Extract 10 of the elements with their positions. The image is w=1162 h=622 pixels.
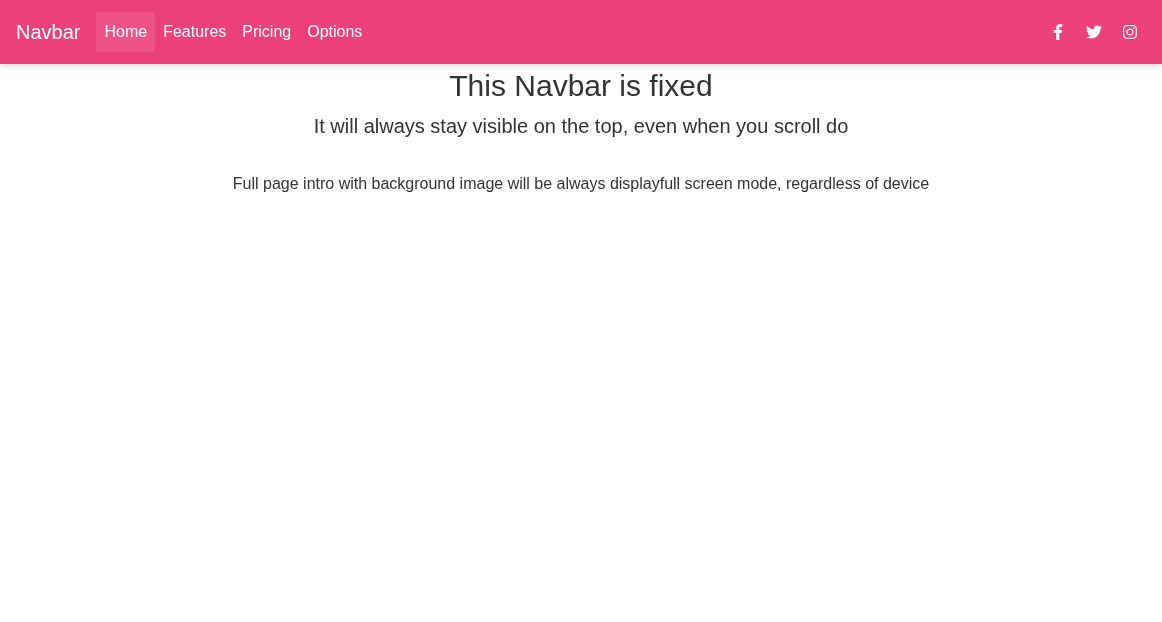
brand-link[interactable]: Navbar	[16, 18, 81, 46]
bird-icon[interactable]	[1086, 24, 1102, 40]
nav-link[interactable]: Pricing	[234, 12, 300, 52]
nav-link[interactable]: Home	[96, 12, 156, 52]
nav-link[interactable]: Features	[155, 12, 235, 52]
intro-text: Full page intro with background image will be always displayfull screen mode, regardless of device	[232, 174, 930, 194]
intro-subtitle: It will always stay visible on the top, even when you scroll do	[313, 114, 849, 139]
intro-title: This Navbar is fixed	[449, 68, 713, 104]
camera-icon[interactable]	[1122, 24, 1138, 40]
nav-link[interactable]: Options	[299, 12, 371, 52]
